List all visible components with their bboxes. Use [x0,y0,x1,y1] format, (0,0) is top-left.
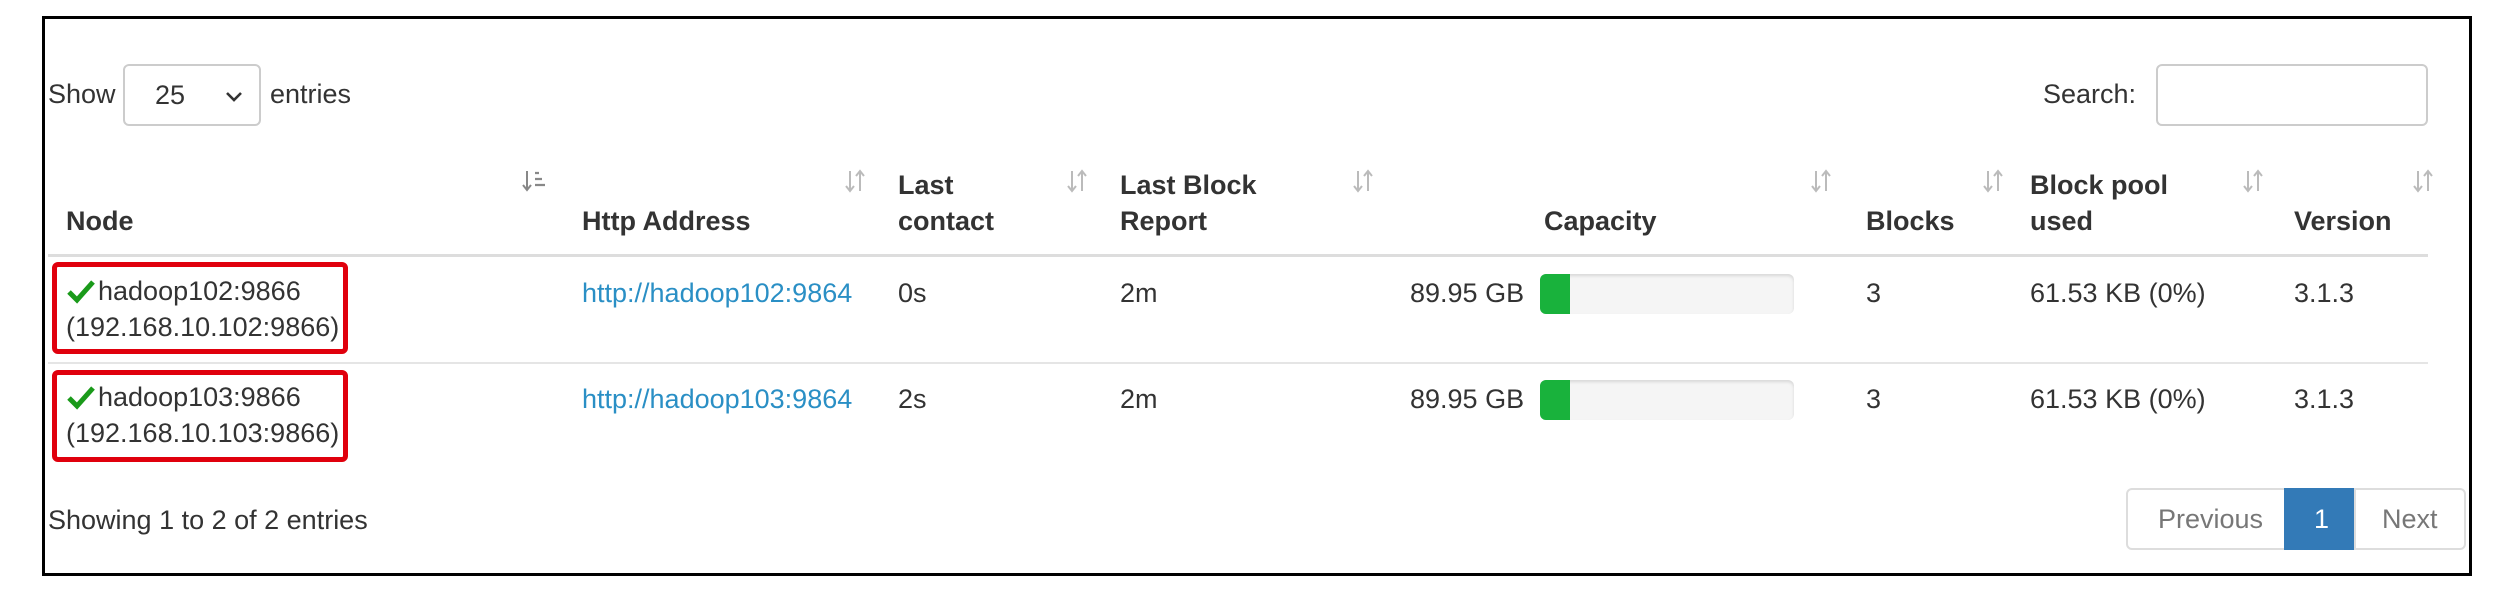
sort-icon[interactable] [1064,168,1090,194]
chevron-down-icon [226,92,242,102]
http-address-link[interactable]: http://hadoop102:9864 [582,276,852,310]
column-header-block-pool-used-line2[interactable]: used [2030,204,2093,238]
check-icon [67,386,95,410]
next-label: Next [2382,504,2438,534]
sort-icon[interactable] [1350,168,1376,194]
sort-icon[interactable] [1808,168,1834,194]
node-name: hadoop102:9866 [98,276,301,306]
capacity-text: 89.95 GB [1410,278,1525,308]
column-header-last-block-report[interactable]: Last Block [1120,168,1257,202]
last-block-report: 2m [1120,384,1158,414]
column-header-last-contact-line2[interactable]: contact [898,204,994,238]
capacity-bar [1540,274,1794,314]
sort-icon[interactable] [2240,168,2266,194]
capacity-text: 89.95 GB [1410,384,1525,414]
next-button[interactable]: Next [2354,488,2466,550]
blocks: 3 [1866,278,1882,308]
http-address-link[interactable]: http://hadoop103:9864 [582,382,852,416]
last-contact: 0s [898,278,927,308]
block-pool-used: 61.53 KB (0%) [2030,384,2206,414]
node-name: hadoop103:9866 [98,382,301,412]
header-divider [48,254,2428,257]
capacity-bar-fill [1540,274,1571,314]
node-ip: (192.168.10.102:9866) [66,312,340,342]
table-info: Showing 1 to 2 of 2 entries [48,505,368,535]
search-input[interactable] [2156,64,2428,126]
column-header-last-block-report-line2[interactable]: Report [1120,204,1207,238]
check-icon [67,280,95,304]
sort-icon[interactable] [2410,168,2436,194]
sort-icon[interactable] [1980,168,2006,194]
entries-label: entries [270,79,352,109]
column-header-last-contact[interactable]: Last [898,168,954,202]
previous-button[interactable]: Previous [2126,488,2286,550]
blocks: 3 [1866,384,1882,414]
sort-icon[interactable] [842,168,868,194]
page-1-button[interactable]: 1 [2284,488,2356,550]
column-header-capacity[interactable]: Capacity [1544,204,1657,238]
entries-select[interactable]: 25 [123,64,261,126]
search-label: Search: [2043,79,2137,109]
show-label: Show [48,79,116,109]
capacity-bar-fill [1540,380,1571,420]
page-1-label: 1 [2314,504,2330,534]
entries-select-value: 25 [155,80,186,110]
version: 3.1.3 [2294,384,2355,414]
row-divider [48,362,2428,364]
block-pool-used: 61.53 KB (0%) [2030,278,2206,308]
version: 3.1.3 [2294,278,2355,308]
column-header-block-pool-used[interactable]: Block pool [2030,168,2168,202]
column-header-blocks[interactable]: Blocks [1866,204,1955,238]
sort-asc-icon[interactable] [522,168,548,194]
column-header-http-address[interactable]: Http Address [582,204,751,238]
node-ip: (192.168.10.103:9866) [66,418,340,448]
last-contact: 2s [898,384,927,414]
column-header-node[interactable]: Node [66,204,134,238]
capacity-bar [1540,380,1794,420]
previous-label: Previous [2158,504,2264,534]
column-header-version[interactable]: Version [2294,204,2392,238]
last-block-report: 2m [1120,278,1158,308]
